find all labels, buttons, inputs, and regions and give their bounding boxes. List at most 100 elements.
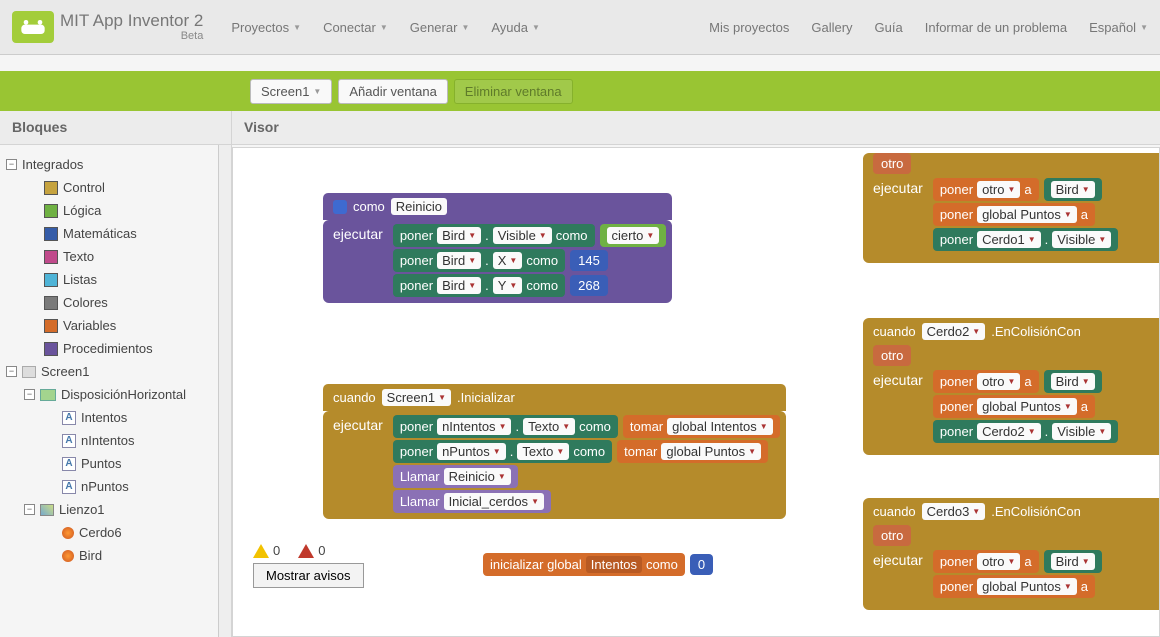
setter-block[interactable]: poner Bird▼ . X▼ como [393, 249, 565, 272]
tree-cat-matemáticas[interactable]: Matemáticas [4, 222, 227, 245]
setter-block[interactable]: poner nPuntos▼ . Texto▼ como [393, 440, 612, 463]
setter-block[interactable]: poner Cerdo2▼ . Visible▼ [933, 420, 1118, 443]
tree-cat-control[interactable]: Control [4, 176, 227, 199]
value-block[interactable]: Bird▼ [1044, 370, 1102, 393]
category-color-icon [44, 273, 58, 287]
block-event-cerdo2[interactable]: cuandoCerdo2▼.EnColisiónCon otro ejecuta… [863, 318, 1160, 455]
brand: MIT App Inventor 2 Beta [60, 12, 203, 43]
tree-cat-texto[interactable]: Texto [4, 245, 227, 268]
tree-label-Puntos[interactable]: APuntos [4, 452, 227, 475]
add-window-button[interactable]: Añadir ventana [338, 79, 447, 104]
block-event-cerdo3[interactable]: cuandoCerdo3▼.EnColisiónCon otro ejecuta… [863, 498, 1160, 610]
tree-lienzo[interactable]: − Lienzo1 [4, 498, 227, 521]
obj-dd[interactable]: Screen1▼ [382, 389, 451, 406]
chevron-down-icon: ▼ [313, 87, 321, 96]
collapse-icon[interactable]: − [24, 389, 35, 400]
column-headers: Bloques Visor [0, 111, 1160, 145]
blocks-canvas[interactable]: comoReinicio ejecutar poner Bird▼ . Visi… [232, 147, 1160, 637]
topbar: MIT App Inventor 2 Beta Proyectos▼ Conec… [0, 0, 1160, 55]
block-event-screen-init[interactable]: cuandoScreen1▼.Inicializar ejecutar pone… [323, 384, 786, 525]
set-var-block[interactable]: poner global Puntos▼ a [933, 395, 1095, 418]
main: − Integrados ControlLógicaMatemáticasTex… [0, 145, 1160, 637]
getter-block[interactable]: tomar global Puntos▼ [617, 440, 768, 463]
setter-block[interactable]: poner nIntentos▼ . Texto▼ como [393, 415, 618, 438]
nav-generar[interactable]: Generar▼ [410, 20, 470, 35]
label-icon: A [62, 480, 76, 494]
tree-label-nPuntos[interactable]: AnPuntos [4, 475, 227, 498]
nav-informar[interactable]: Informar de un problema [925, 20, 1067, 35]
call-block[interactable]: Llamar Inicial_cerdos▼ [393, 490, 551, 513]
gear-icon[interactable] [333, 200, 347, 214]
sprite-icon [62, 527, 74, 539]
setter-block[interactable]: poner Cerdo1▼ . Visible▼ [933, 228, 1118, 251]
tree-cat-lógica[interactable]: Lógica [4, 199, 227, 222]
setter-block[interactable]: poner Bird▼ . Visible▼ como [393, 224, 595, 247]
tree-hdisp[interactable]: − DisposiciónHorizontal [4, 383, 227, 406]
num-value[interactable]: 0 [690, 554, 713, 575]
block-proc-reinicio[interactable]: comoReinicio ejecutar poner Bird▼ . Visi… [323, 193, 672, 309]
nav-conectar[interactable]: Conectar▼ [323, 20, 388, 35]
block-global-init[interactable]: inicializar global Intentos como 0 [483, 553, 713, 576]
col-bloques: Bloques [0, 111, 232, 144]
topnav-left: Proyectos▼ Conectar▼ Generar▼ Ayuda▼ [231, 20, 540, 35]
label-icon: A [62, 411, 76, 425]
set-var-block[interactable]: poner otro▼ a [933, 550, 1039, 573]
chevron-down-icon: ▼ [461, 23, 469, 32]
param-otro[interactable]: otro [873, 345, 911, 366]
warning-icon [253, 544, 269, 558]
tree-screen1[interactable]: − Screen1 [4, 360, 227, 383]
chevron-down-icon: ▼ [380, 23, 388, 32]
hlayout-icon [40, 389, 56, 401]
brand-beta: Beta [60, 30, 203, 42]
tree-cat-colores[interactable]: Colores [4, 291, 227, 314]
tree-label-Intentos[interactable]: AIntentos [4, 406, 227, 429]
label-icon: A [62, 457, 76, 471]
blocks-tree[interactable]: − Integrados ControlLógicaMatemáticasTex… [0, 145, 232, 637]
getter-block[interactable]: tomar global Intentos▼ [623, 415, 780, 438]
nav-guia[interactable]: Guía [875, 20, 903, 35]
tree-cat-listas[interactable]: Listas [4, 268, 227, 291]
proc-name-input[interactable]: Reinicio [391, 198, 447, 215]
error-icon [298, 544, 314, 558]
screen-selector[interactable]: Screen1▼ [250, 79, 332, 104]
block-event-col-top[interactable]: otro ejecutar poner otro▼ aBird▼poner gl… [863, 153, 1160, 263]
tree-label-nIntentos[interactable]: AnIntentos [4, 429, 227, 452]
screen-icon [22, 366, 36, 378]
label-icon: A [62, 434, 76, 448]
set-var-block[interactable]: poner global Puntos▼ a [933, 575, 1095, 598]
value-block[interactable]: Bird▼ [1044, 550, 1102, 573]
category-color-icon [44, 319, 58, 333]
sprite-icon [62, 550, 74, 562]
category-color-icon [44, 250, 58, 264]
tree-sprite-Bird[interactable]: Bird [4, 544, 227, 567]
nav-gallery[interactable]: Gallery [811, 20, 852, 35]
nav-ayuda[interactable]: Ayuda▼ [491, 20, 540, 35]
collapse-icon[interactable]: − [24, 504, 35, 515]
nav-language[interactable]: Español▼ [1089, 20, 1148, 35]
ejecutar-label: ejecutar [323, 411, 393, 519]
category-color-icon [44, 227, 58, 241]
set-var-block[interactable]: poner global Puntos▼ a [933, 203, 1095, 226]
chevron-down-icon: ▼ [532, 23, 540, 32]
app-inventor-logo [12, 11, 54, 43]
param-otro[interactable]: otro [873, 525, 911, 546]
topnav-right: Mis proyectos Gallery Guía Informar de u… [709, 20, 1148, 35]
tree-cat-procedimientos[interactable]: Procedimientos [4, 337, 227, 360]
delete-window-button[interactable]: Eliminar ventana [454, 79, 573, 104]
tree-sprite-Cerdo6[interactable]: Cerdo6 [4, 521, 227, 544]
set-var-block[interactable]: poner otro▼ a [933, 178, 1039, 201]
set-var-block[interactable]: poner otro▼ a [933, 370, 1039, 393]
collapse-icon[interactable]: − [6, 366, 17, 377]
col-visor: Visor [232, 111, 1160, 144]
call-block[interactable]: Llamar Reinicio▼ [393, 465, 518, 488]
collapse-icon[interactable]: − [6, 159, 17, 170]
param-otro[interactable]: otro [873, 153, 911, 174]
setter-block[interactable]: poner Bird▼ . Y▼ como [393, 274, 565, 297]
tree-cat-variables[interactable]: Variables [4, 314, 227, 337]
category-color-icon [44, 342, 58, 356]
mostrar-avisos-button[interactable]: Mostrar avisos [253, 563, 364, 588]
nav-proyectos[interactable]: Proyectos▼ [231, 20, 301, 35]
nav-mis-proyectos[interactable]: Mis proyectos [709, 20, 789, 35]
value-block[interactable]: Bird▼ [1044, 178, 1102, 201]
tree-integrados[interactable]: − Integrados [4, 153, 227, 176]
